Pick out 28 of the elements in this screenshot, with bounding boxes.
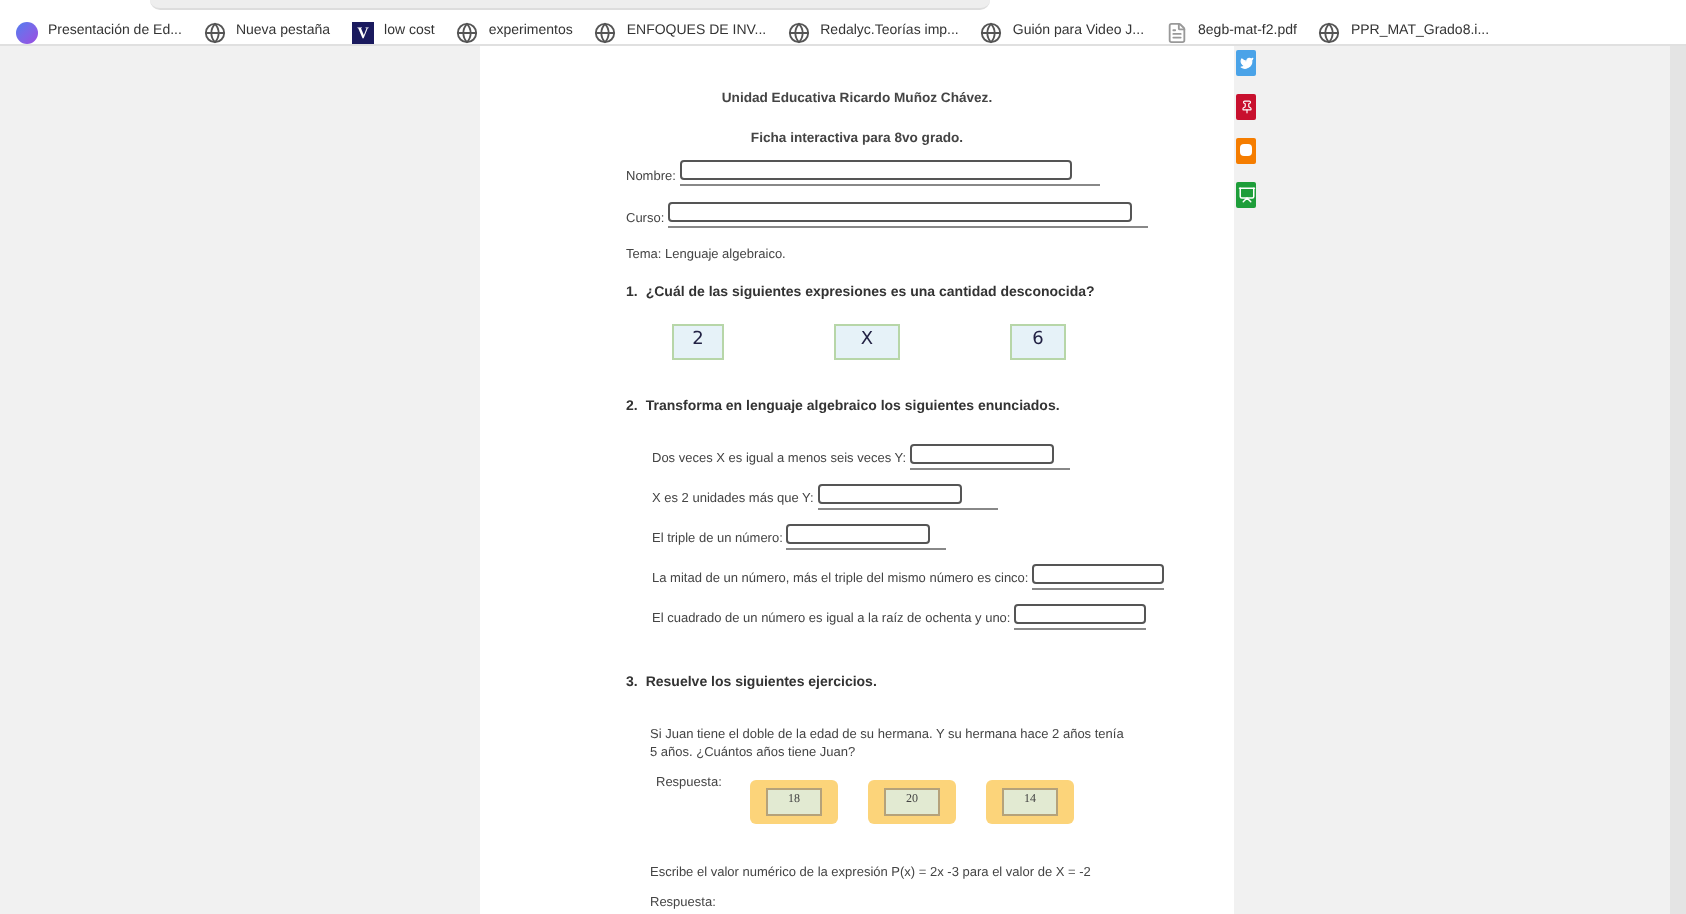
bird-icon [1239,55,1253,70]
app-icon [16,21,38,44]
file-icon [1166,21,1189,44]
share-button[interactable] [1236,137,1256,164]
answer-field[interactable] [679,160,1072,181]
share-button[interactable] [1236,49,1256,76]
option-button[interactable]: 2 [672,323,724,359]
globe-icon [203,21,226,44]
globe-icon [594,21,617,44]
answer-field[interactable] [786,524,931,544]
answer-field[interactable] [817,484,962,504]
option-button[interactable]: 6 [1010,323,1066,359]
answer-field[interactable] [1014,604,1147,624]
blog-icon [1240,144,1252,157]
share-button[interactable] [1236,181,1256,208]
letter-icon: V [352,21,375,44]
board-icon [1237,185,1255,204]
share-button[interactable] [1236,93,1256,120]
answer-field[interactable] [668,202,1133,223]
option-button[interactable]: X [834,323,900,359]
scrollbar[interactable] [1670,45,1686,914]
globe-icon [788,21,811,44]
globe-icon [1318,21,1341,44]
pin-icon [1239,99,1253,114]
globe-icon [456,21,479,44]
answer-field[interactable] [910,444,1055,464]
answer-field[interactable] [1032,564,1165,584]
globe-icon [980,21,1003,44]
